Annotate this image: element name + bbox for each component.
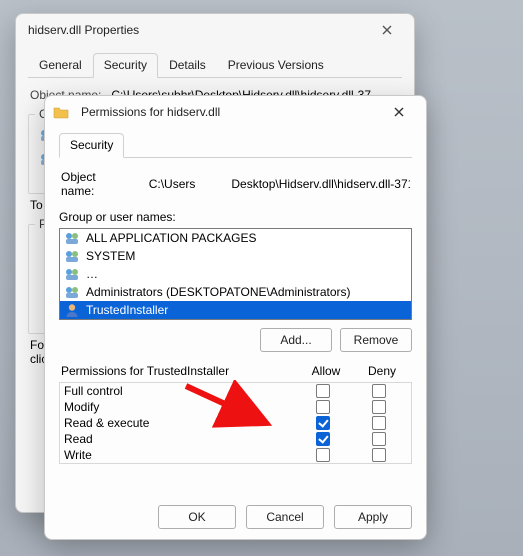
label-to: To [30, 198, 43, 212]
permissions-dialog: Permissions for hidserv.dll Security Obj… [44, 95, 427, 540]
allow-checkbox[interactable] [316, 448, 330, 462]
permission-row: Write [60, 447, 411, 463]
permissions-table: Full control Modify Read & execute Read Writ… [59, 382, 412, 464]
principal-row[interactable]: Administrators (DESKTOPATONE\Administrat… [60, 283, 411, 301]
group-icon [64, 230, 80, 246]
permissions-caption: Permissions for TrustedInstaller [61, 364, 298, 378]
permission-row: Full control [60, 383, 411, 399]
apply-button[interactable]: Apply [334, 505, 412, 529]
window-title: hidserv.dll Properties [24, 23, 360, 37]
close-button[interactable] [380, 98, 418, 126]
group-icon [64, 248, 80, 264]
principal-row[interactable]: ALL APPLICATION PACKAGES [60, 229, 411, 247]
deny-checkbox[interactable] [372, 384, 386, 398]
permission-row: Read [60, 431, 411, 447]
col-allow: Allow [298, 364, 354, 378]
permission-name: Read [64, 432, 295, 446]
principal-label: Administrators (DESKTOPATONE\Administrat… [86, 285, 351, 299]
group-icon [64, 266, 80, 282]
titlebar: hidserv.dll Properties [16, 14, 414, 46]
object-name-value-right: Desktop\Hidserv.dll\hidserv.dll-371 [231, 177, 410, 191]
tab-general[interactable]: General [28, 53, 93, 78]
permission-row: Read & execute [60, 415, 411, 431]
principal-label: TrustedInstaller [86, 303, 168, 317]
close-icon [394, 107, 404, 117]
group-label: Group or user names: [59, 210, 412, 224]
principal-label: … [86, 267, 98, 281]
principal-row[interactable]: SYSTEM [60, 247, 411, 265]
deny-checkbox[interactable] [372, 400, 386, 414]
client-area: Security Object name: C:\Users Desktop\H… [45, 128, 426, 476]
close-button[interactable] [368, 16, 406, 44]
permission-name: Write [64, 448, 295, 462]
dialog-buttons: OK Cancel Apply [45, 495, 426, 539]
deny-checkbox[interactable] [372, 448, 386, 462]
person-icon [64, 302, 80, 318]
principal-label: SYSTEM [86, 249, 135, 263]
permission-name: Modify [64, 400, 295, 414]
tab-previous-versions[interactable]: Previous Versions [217, 53, 335, 78]
cancel-button[interactable]: Cancel [246, 505, 324, 529]
deny-checkbox[interactable] [372, 416, 386, 430]
allow-checkbox[interactable] [316, 400, 330, 414]
object-name-label: Object name: [61, 170, 131, 198]
close-icon [382, 25, 392, 35]
principals-listbox[interactable]: ALL APPLICATION PACKAGES SYSTEM … Administr… [59, 228, 412, 320]
allow-checkbox[interactable] [316, 416, 330, 430]
allow-checkbox[interactable] [316, 384, 330, 398]
principal-label: ALL APPLICATION PACKAGES [86, 231, 257, 245]
add-button[interactable]: Add... [260, 328, 332, 352]
ok-button[interactable]: OK [158, 505, 236, 529]
principal-row[interactable]: TrustedInstaller [60, 301, 411, 319]
deny-checkbox[interactable] [372, 432, 386, 446]
object-name-value-left: C:\Users [149, 177, 196, 191]
remove-button[interactable]: Remove [340, 328, 412, 352]
permission-name: Read & execute [64, 416, 295, 430]
group-icon [64, 284, 80, 300]
window-title: Permissions for hidserv.dll [77, 105, 372, 119]
tabs: Security [59, 132, 412, 158]
permissions-header: Permissions for TrustedInstaller Allow D… [59, 362, 412, 382]
object-name-row: Object name: C:\Users Desktop\Hidserv.dl… [59, 166, 412, 202]
col-deny: Deny [354, 364, 410, 378]
tab-details[interactable]: Details [158, 53, 217, 78]
tab-security[interactable]: Security [59, 133, 124, 158]
permission-name: Full control [64, 384, 295, 398]
permission-row: Modify [60, 399, 411, 415]
titlebar: Permissions for hidserv.dll [45, 96, 426, 128]
tabs: General Security Details Previous Versio… [28, 52, 402, 78]
tab-security[interactable]: Security [93, 53, 158, 78]
folder-icon [53, 104, 69, 120]
allow-checkbox[interactable] [316, 432, 330, 446]
principal-row[interactable]: … [60, 265, 411, 283]
